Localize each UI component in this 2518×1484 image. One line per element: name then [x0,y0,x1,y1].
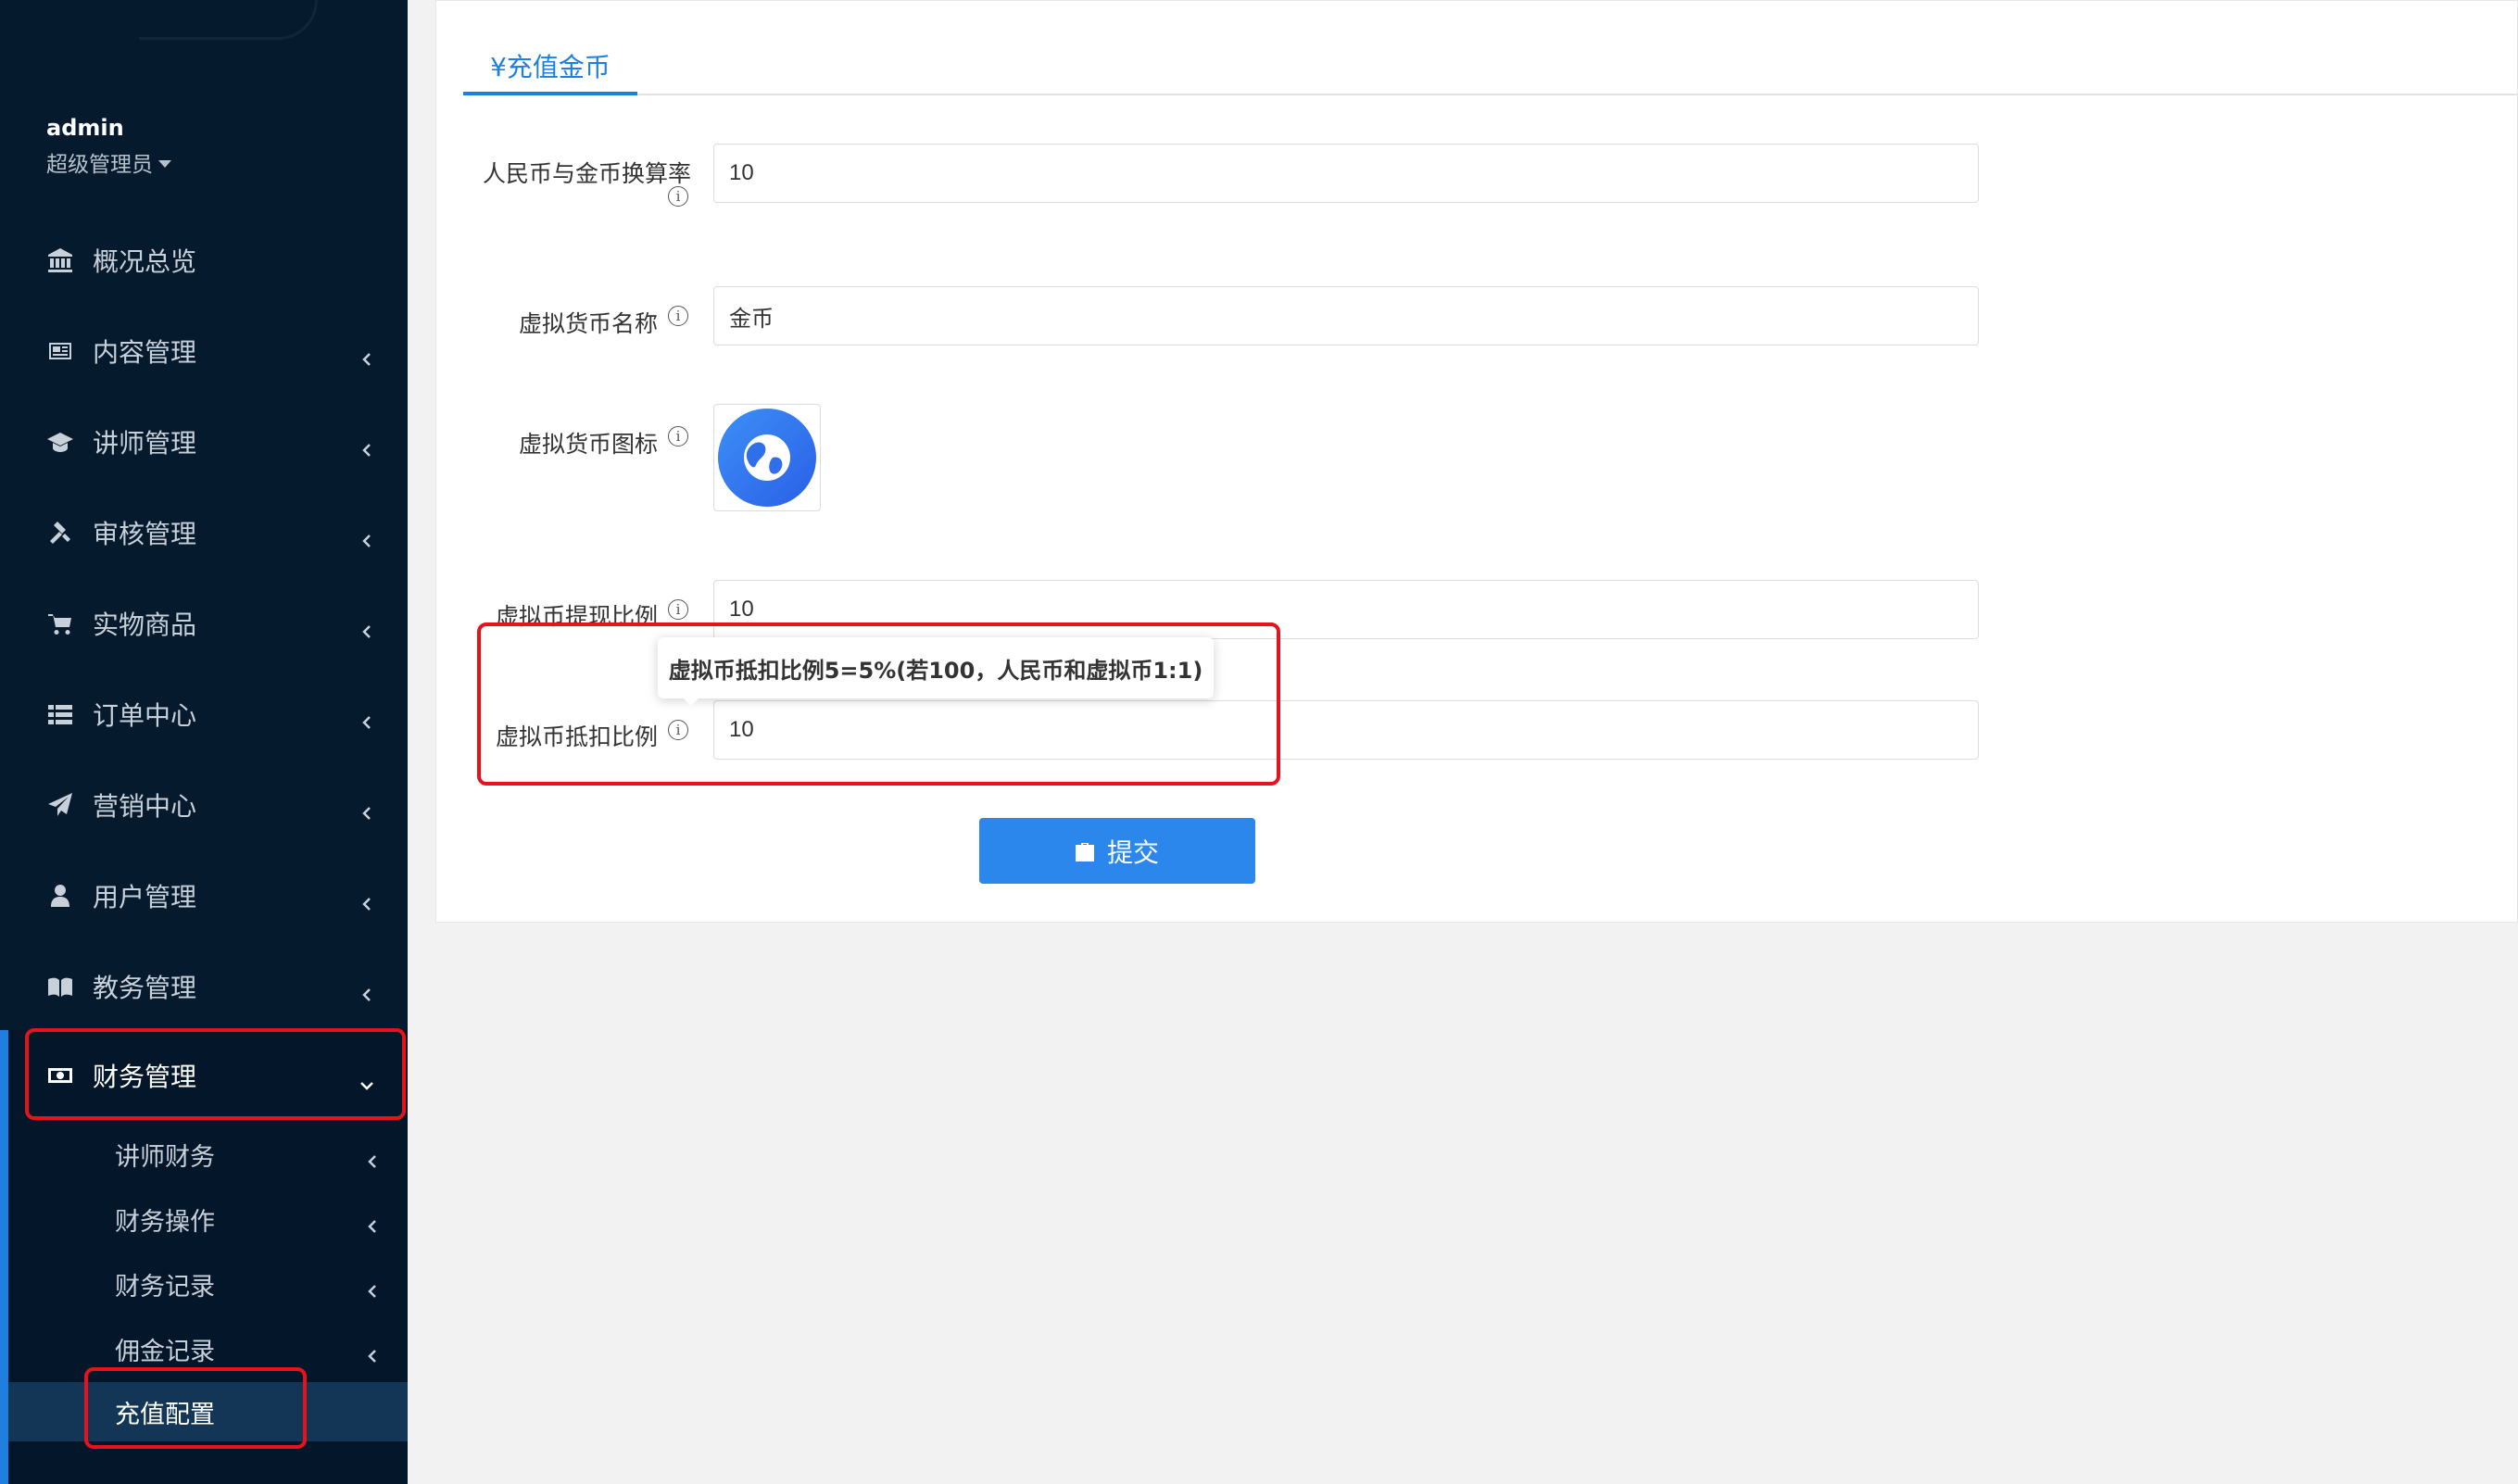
chevron-left-icon [365,1276,380,1298]
submit-button[interactable]: 提交 [979,818,1255,884]
gavel-icon [44,517,76,548]
tab-recharge-coins[interactable]: ¥充值金币 [463,35,637,96]
chevron-left-icon [359,615,374,638]
rate-label: 人民币与金币换算率 [482,160,691,187]
highlight-box-finance [25,1028,406,1120]
chevron-left-icon [359,887,374,911]
menu-label: 营销中心 [93,791,197,822]
graduation-cap-icon [44,426,76,458]
currency-name-input[interactable] [713,286,1979,346]
user-role-dropdown[interactable]: 超级管理员 [46,146,171,178]
menu-label: 订单中心 [93,700,197,731]
menu-item-orders[interactable]: 订单中心 [0,682,408,747]
chevron-left-icon [359,524,374,547]
save-icon [1075,842,1094,861]
active-tab-indicator [463,92,637,95]
chevron-left-icon [365,1212,380,1233]
menu-item-content[interactable]: 内容管理 [0,319,408,384]
menu-label: 讲师管理 [93,428,197,459]
menu-item-teachers[interactable]: 讲师管理 [0,409,408,474]
submenu-label: 佣金记录 [115,1337,215,1366]
newspaper-icon [44,335,76,367]
sidebar: admin 超级管理员 概况总览 内容管理 讲师管理 审核管理 实物商品 订单中… [0,0,408,1484]
chevron-left-icon [365,1341,380,1363]
rate-input[interactable] [713,144,1979,203]
chevron-left-icon [359,797,374,820]
logo-decoration [139,0,318,40]
bank-icon [44,245,76,276]
menu-item-overview[interactable]: 概况总览 [0,228,408,293]
tab-bar-divider [463,94,2518,95]
chevron-left-icon [359,434,374,457]
user-role-label: 超级管理员 [46,153,153,177]
submit-label: 提交 [1106,836,1159,868]
cart-icon [44,608,76,639]
menu-label: 教务管理 [93,973,197,1003]
highlight-box-recharge-config [84,1367,307,1449]
chevron-left-icon [365,1147,380,1168]
info-icon[interactable]: i [668,599,688,620]
menu-label: 内容管理 [93,337,197,368]
menu-label: 实物商品 [93,610,197,640]
currency-name-label: 虚拟货币名称 [518,310,658,337]
paper-plane-icon [44,789,76,821]
user-icon [44,880,76,912]
chevron-left-icon [359,343,374,366]
submenu-item-teacher-finance[interactable]: 讲师财务 [0,1125,408,1184]
submenu-item-finance-records[interactable]: 财务记录 [0,1254,408,1314]
highlight-box-deduct [477,623,1280,786]
menu-item-review[interactable]: 审核管理 [0,500,408,565]
user-name: admin [46,115,124,141]
menu-label: 用户管理 [93,882,197,912]
list-icon [44,698,76,730]
currency-icon-upload[interactable] [713,404,821,511]
coin-globe-icon [718,409,816,507]
menu-item-users[interactable]: 用户管理 [0,863,408,928]
chevron-left-icon [359,706,374,729]
menu-item-academic[interactable]: 教务管理 [0,954,408,1019]
menu-item-marketing[interactable]: 营销中心 [0,773,408,837]
menu-item-goods[interactable]: 实物商品 [0,591,408,656]
submenu-label: 财务操作 [115,1207,215,1237]
info-icon[interactable]: i [668,306,688,326]
submenu-item-finance-ops[interactable]: 财务操作 [0,1189,408,1249]
currency-icon-label: 虚拟货币图标 [518,431,658,458]
info-icon[interactable]: i [668,426,688,446]
caret-down-icon [158,159,171,168]
menu-label: 概况总览 [93,246,197,277]
menu-label: 审核管理 [93,519,197,549]
submenu-label: 财务记录 [115,1272,215,1302]
chevron-left-icon [359,978,374,1001]
book-icon [44,971,76,1002]
info-icon[interactable]: i [668,186,688,207]
submenu-label: 讲师财务 [115,1142,215,1172]
